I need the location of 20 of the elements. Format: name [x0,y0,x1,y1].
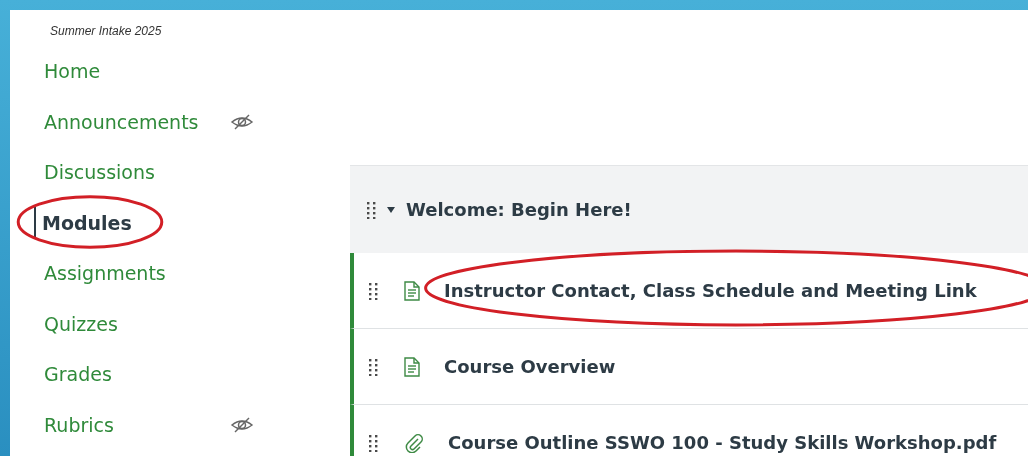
paperclip-icon [404,432,424,453]
drag-handle-icon[interactable] [368,433,378,452]
module-item-link[interactable]: Course Outline SSWO 100 - Study Skills Workshop.pdf [448,432,997,453]
sidebar-item[interactable]: Home [42,55,101,88]
document-icon [404,280,420,301]
sidebar-item[interactable]: Rubrics [42,408,114,441]
caret-icon[interactable] [386,205,396,214]
sidebar-item[interactable]: Quizzes [42,307,118,340]
document-icon [404,356,420,377]
sidebar-item[interactable]: Grades [42,358,112,391]
drag-handle-icon[interactable] [368,357,378,376]
course-title: Summer Intake 2025 [49,23,163,40]
drag-handle-icon[interactable] [366,200,376,219]
module-item-link[interactable]: Course Overview [444,356,616,377]
sidebar-item[interactable]: Announcements [42,105,199,138]
sidebar-item[interactable]: Assignments [42,257,166,290]
module-title: Welcome: Begin Here! [406,199,632,220]
module-header[interactable]: Welcome: Begin Here! [350,165,1028,253]
drag-handle-icon[interactable] [368,281,378,300]
sidebar-item[interactable]: Discussions [42,156,155,189]
